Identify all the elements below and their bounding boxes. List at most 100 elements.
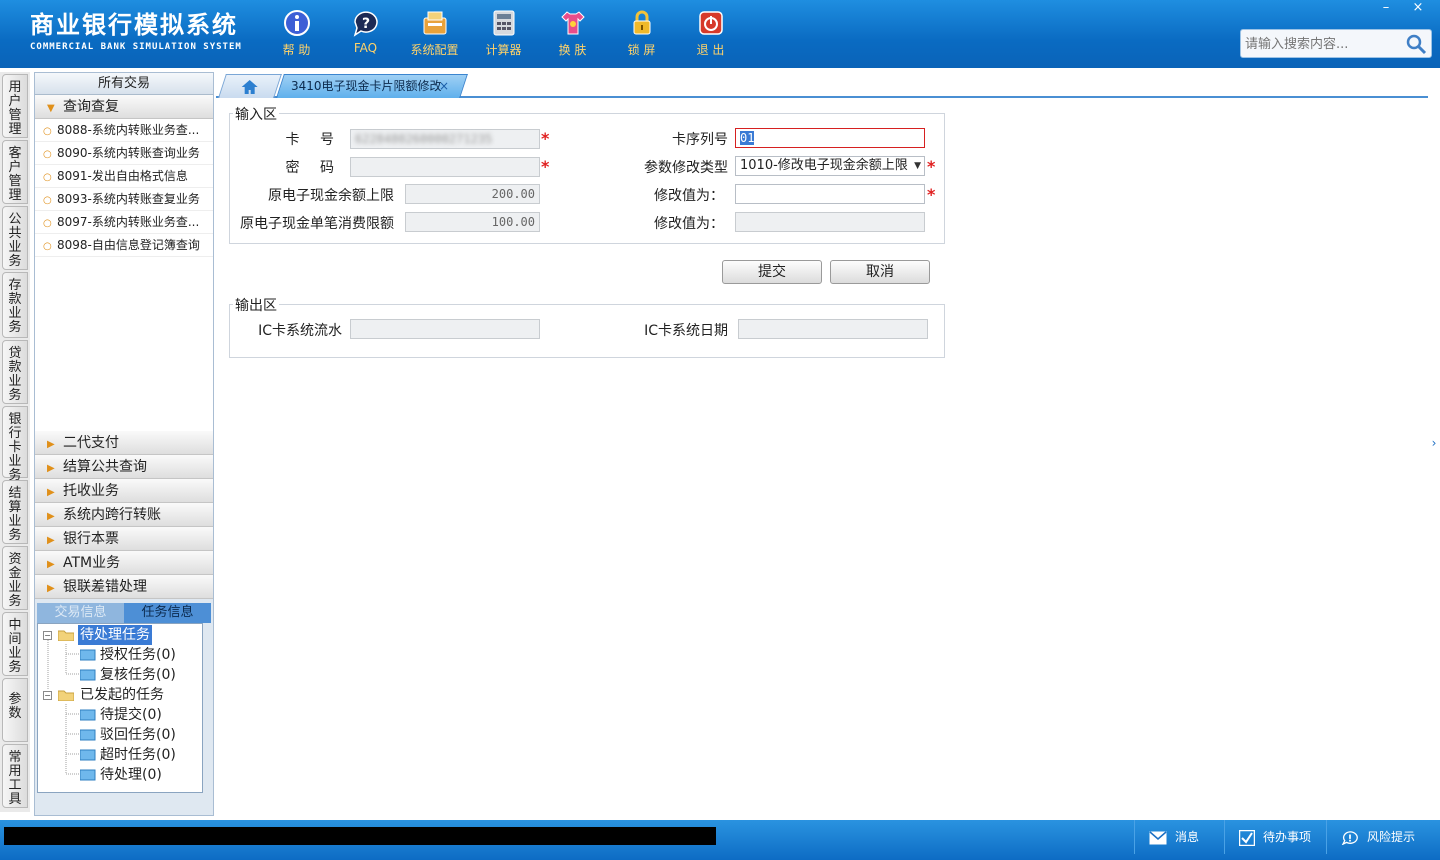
- tab-home[interactable]: [218, 74, 282, 98]
- app-brand: 商业银行模拟系统 COMMERCIAL BANK SIMULATION SYST…: [30, 10, 242, 52]
- password-field[interactable]: [350, 157, 540, 177]
- list-item-label: 8088-系统内转账业务查...: [57, 123, 200, 137]
- faq-icon: ?: [351, 8, 381, 38]
- search-icon[interactable]: [1405, 33, 1427, 55]
- exit-button[interactable]: 退 出: [676, 8, 745, 58]
- group-label: 系统内跨行转账: [63, 507, 161, 523]
- cancel-button[interactable]: 取消: [830, 260, 930, 284]
- submit-button[interactable]: 提交: [722, 260, 822, 284]
- main-toolbar: 帮 助 ? FAQ 系统配置 计算器 换 肤 锁 屏 退 出: [262, 8, 745, 58]
- collapse-icon[interactable]: −: [43, 631, 52, 640]
- tree-node-rejected[interactable]: 驳回任务(0): [38, 725, 202, 745]
- required-marker: *: [541, 157, 550, 176]
- skin-icon: [558, 8, 588, 38]
- group-unionpay-error[interactable]: ▶ 银联差错处理: [35, 575, 213, 599]
- list-item[interactable]: ○ 8091-发出自由格式信息: [35, 165, 213, 188]
- ic-serial-label: IC卡系统流水: [258, 323, 342, 339]
- vtab-intermediary-business[interactable]: 中间业务: [2, 612, 28, 676]
- param-type-value: 1010-修改电子现金余额上限: [740, 158, 908, 173]
- tab-card-limit-modify[interactable]: 3410电子现金卡片限额修改 ×: [276, 74, 468, 98]
- list-item[interactable]: ○ 8093-系统内转账查复业务: [35, 188, 213, 211]
- status-message-area: [4, 827, 716, 845]
- close-window-button[interactable]: ×: [1402, 0, 1434, 18]
- vtab-common-tools[interactable]: 常用工具: [2, 744, 28, 808]
- info-tabs: 交易信息 任务信息: [37, 603, 211, 623]
- search-input[interactable]: [1245, 34, 1405, 54]
- group-settlement-query[interactable]: ▶ 结算公共查询: [35, 455, 213, 479]
- folder-icon: [80, 769, 96, 781]
- vtab-parameters[interactable]: 参数: [2, 678, 28, 742]
- config-label: 系统配置: [410, 43, 459, 57]
- tree-node-to-process[interactable]: 待处理(0): [38, 765, 202, 785]
- risk-alert-button[interactable]: 风险提示: [1326, 820, 1436, 854]
- side-panel-toggle[interactable]: ›: [1429, 425, 1439, 461]
- tree-node-review[interactable]: 复核任务(0): [38, 665, 202, 685]
- modify-balance-input[interactable]: [735, 184, 925, 204]
- list-item[interactable]: ○ 8090-系统内转账查询业务: [35, 142, 213, 165]
- list-item[interactable]: ○ 8098-自由信息登记簿查询: [35, 234, 213, 257]
- vtab-customer-management[interactable]: 客户管理: [2, 140, 28, 204]
- skin-button[interactable]: 换 肤: [538, 8, 607, 58]
- chat-bubble-icon: [1341, 830, 1358, 845]
- transaction-panel: 所有交易 ▼ 查询查复 ○ 8088-系统内转账业务查... ○ 8090-系统内转账…: [34, 72, 214, 816]
- ic-date-label: IC卡系统日期: [644, 323, 728, 339]
- tree-node-initiated[interactable]: − 已发起的任务: [38, 685, 202, 705]
- todo-button[interactable]: 待办事项: [1224, 820, 1324, 854]
- card-no-field[interactable]: 6228480260000271235: [350, 129, 540, 149]
- group-cashier-check[interactable]: ▶ 银行本票: [35, 527, 213, 551]
- card-seq-field[interactable]: 01: [735, 128, 925, 148]
- messages-button[interactable]: 消息: [1134, 820, 1224, 854]
- vtab-public-business[interactable]: 公共业务: [2, 206, 28, 270]
- tab-task-info[interactable]: 任务信息: [124, 603, 211, 623]
- tree-node-to-submit[interactable]: 待提交(0): [38, 705, 202, 725]
- vtab-settlement-business[interactable]: 结算业务: [2, 480, 28, 544]
- group-label: 查询查复: [63, 99, 119, 115]
- list-item[interactable]: ○ 8088-系统内转账业务查...: [35, 119, 213, 142]
- window-controls: – ×: [1370, 0, 1434, 18]
- group-label: 二代支付: [63, 435, 119, 451]
- list-item[interactable]: ○ 8097-系统内转账业务查...: [35, 211, 213, 234]
- card-no-label: 卡 号: [285, 132, 342, 148]
- tab-transaction-info[interactable]: 交易信息: [37, 603, 124, 623]
- list-item-label: 8093-系统内转账查复业务: [57, 192, 200, 206]
- config-button[interactable]: 系统配置: [400, 8, 469, 58]
- skin-label: 换 肤: [558, 43, 587, 57]
- group-query-reply[interactable]: ▼ 查询查复: [35, 95, 213, 119]
- group-label: ATM业务: [63, 555, 121, 571]
- modify-single-input: [735, 212, 925, 232]
- transaction-list: ○ 8088-系统内转账业务查... ○ 8090-系统内转账查询业务 ○ 8091-…: [35, 119, 213, 431]
- vtab-user-management[interactable]: 用户管理: [2, 74, 28, 138]
- collapse-icon[interactable]: −: [43, 691, 52, 700]
- group-interbank-transfer[interactable]: ▶ 系统内跨行转账: [35, 503, 213, 527]
- tree-label: 驳回任务(0): [100, 727, 176, 743]
- vtab-bank-card-business[interactable]: 银行卡业务: [2, 406, 28, 483]
- group-collection[interactable]: ▶ 托收业务: [35, 479, 213, 503]
- tree-node-timeout[interactable]: 超时任务(0): [38, 745, 202, 765]
- vtab-deposit-business[interactable]: 存款业务: [2, 272, 28, 338]
- bullet-icon: ○: [43, 218, 52, 229]
- close-tab-icon[interactable]: ×: [429, 75, 449, 97]
- config-icon: [420, 8, 450, 38]
- calculator-button[interactable]: 计算器: [469, 8, 538, 58]
- tree-label: 授权任务(0): [100, 647, 176, 663]
- group-second-gen-payment[interactable]: ▶ 二代支付: [35, 431, 213, 455]
- minimize-button[interactable]: –: [1370, 0, 1402, 18]
- tree-node-pending[interactable]: − 待处理任务: [38, 625, 202, 645]
- required-marker: *: [927, 157, 936, 176]
- group-label: 托收业务: [63, 483, 119, 499]
- group-atm[interactable]: ▶ ATM业务: [35, 551, 213, 575]
- bullet-icon: ○: [43, 172, 52, 183]
- lock-button[interactable]: 锁 屏: [607, 8, 676, 58]
- document-tabs: 3410电子现金卡片限额修改 ×: [216, 72, 1428, 98]
- vtab-fund-business[interactable]: 资金业务: [2, 546, 28, 610]
- folder-icon: [80, 729, 96, 741]
- password-label: 密 码: [285, 160, 342, 176]
- chevron-down-icon: ▼: [47, 103, 55, 114]
- vtab-loan-business[interactable]: 贷款业务: [2, 340, 28, 404]
- exit-label: 退 出: [696, 43, 725, 57]
- param-type-select[interactable]: 1010-修改电子现金余额上限 ▼: [735, 156, 925, 176]
- list-item-label: 8098-自由信息登记簿查询: [57, 238, 200, 252]
- tree-node-authorize[interactable]: 授权任务(0): [38, 645, 202, 665]
- faq-button[interactable]: ? FAQ: [331, 8, 400, 58]
- help-button[interactable]: 帮 助: [262, 8, 331, 58]
